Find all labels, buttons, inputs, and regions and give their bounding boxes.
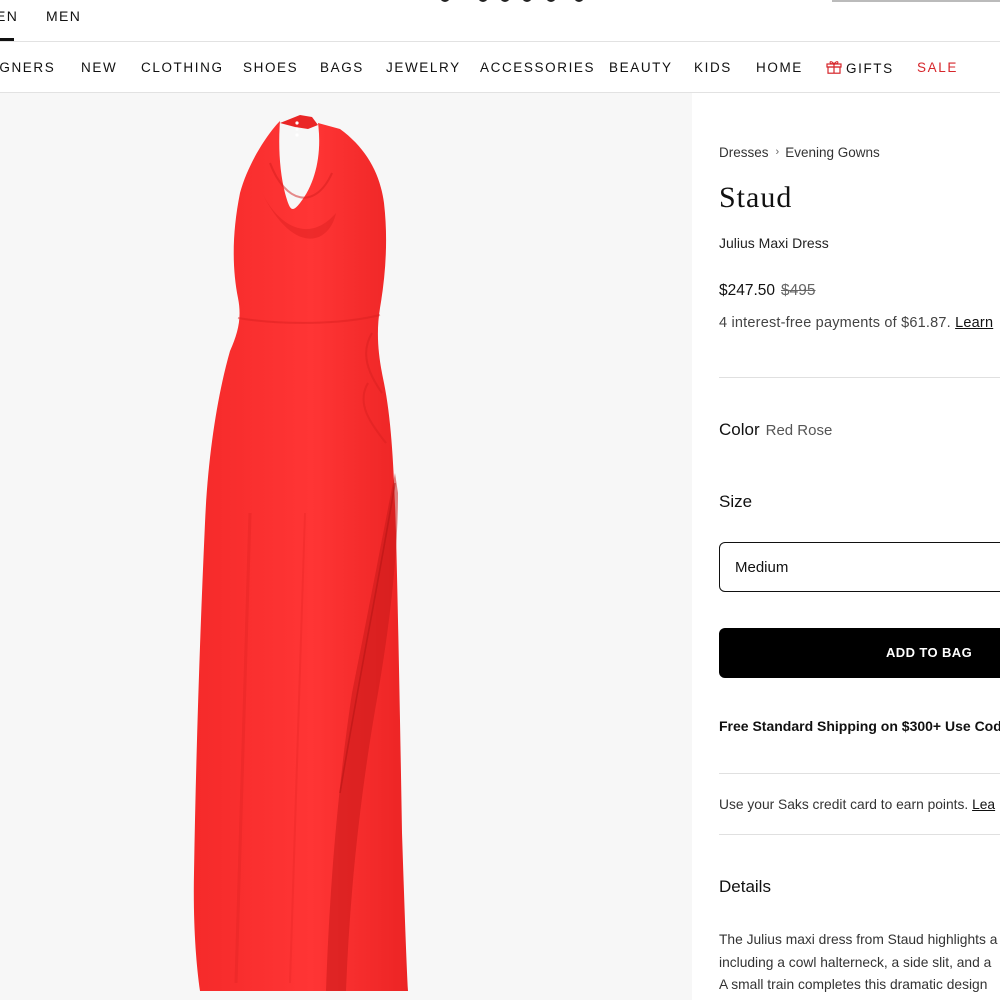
breadcrumb-dresses[interactable]: Dresses <box>719 145 769 160</box>
color-label: Color <box>719 420 760 439</box>
nav-tab-men[interactable]: MEN <box>46 8 81 24</box>
chevron-right-icon: › <box>775 146 780 158</box>
nav-item-new[interactable]: NEW <box>81 60 117 75</box>
credit-text: Use your Saks credit card to earn points… <box>719 797 969 812</box>
sale-price: $247.50 <box>719 282 776 299</box>
nav-item-bags[interactable]: BAGS <box>320 60 364 75</box>
nav-item-gifts[interactable]: GIFTS <box>826 60 894 76</box>
add-to-bag-button[interactable]: ADD TO BAG <box>719 628 1000 678</box>
color-row: Color Red Rose <box>719 420 832 440</box>
brand-name[interactable]: Staud <box>719 181 792 215</box>
divider <box>719 773 1000 774</box>
learn-more-link[interactable]: Learn <box>955 315 993 331</box>
size-label: Size <box>719 492 753 511</box>
product-image-panel[interactable] <box>0 93 692 1000</box>
nav-item-beauty[interactable]: BEAUTY <box>609 60 673 75</box>
active-tab-indicator <box>0 38 14 41</box>
size-selected-value: Medium <box>735 559 789 576</box>
price-row: $247.50 $495 <box>719 282 816 300</box>
nav-tab-women[interactable]: EN <box>0 8 18 24</box>
breadcrumb: Dresses › Evening Gowns <box>719 145 880 160</box>
credit-card-promo: Use your Saks credit card to earn points… <box>719 797 995 812</box>
credit-learn-link[interactable]: Lea <box>972 797 995 812</box>
size-select[interactable]: Medium <box>719 542 1000 592</box>
product-image <box>193 115 408 991</box>
nav-item-sale[interactable]: SALE <box>917 60 958 75</box>
nav-item-gifts-label: GIFTS <box>846 61 894 76</box>
nav-item-jewelry[interactable]: JEWELRY <box>386 60 461 75</box>
installments-text: 4 interest-free payments of $61.87. <box>719 315 951 331</box>
breadcrumb-evening-gowns[interactable]: Evening Gowns <box>785 145 880 160</box>
details-line: The Julius maxi dress from Staud highlig… <box>719 932 998 947</box>
category-nav: IGNERS NEW CLOTHING SHOES BAGS JEWELRY A… <box>0 42 1000 93</box>
installments-info: 4 interest-free payments of $61.87. Lear… <box>719 315 993 331</box>
nav-item-clothing[interactable]: CLOTHING <box>141 60 224 75</box>
nav-item-designers[interactable]: IGNERS <box>0 60 55 75</box>
details-line: A small train completes this dramatic de… <box>719 977 988 992</box>
color-value: Red Rose <box>765 422 833 439</box>
product-title: Julius Maxi Dress <box>719 235 829 251</box>
nav-item-shoes[interactable]: SHOES <box>243 60 298 75</box>
add-to-bag-label: ADD TO BAG <box>886 645 973 660</box>
original-price: $495 <box>781 282 816 299</box>
details-heading[interactable]: Details <box>719 877 771 897</box>
gift-icon <box>826 60 842 74</box>
search-input[interactable] <box>832 0 1000 2</box>
product-info: Dresses › Evening Gowns Staud Julius Maxi … <box>719 93 1000 1000</box>
nav-item-accessories[interactable]: ACCESSORIES <box>480 60 595 75</box>
nav-item-kids[interactable]: KIDS <box>694 60 732 75</box>
details-description: The Julius maxi dress from Staud highlig… <box>719 929 997 997</box>
details-line: including a cowl halterneck, a side slit… <box>719 954 992 970</box>
nav-item-home[interactable]: HOME <box>756 60 803 75</box>
divider <box>719 377 1000 378</box>
divider <box>719 834 1000 835</box>
site-logo[interactable] <box>440 0 600 4</box>
gender-nav: EN MEN <box>0 0 1000 42</box>
shipping-promo: Free Standard Shipping on $300+ Use Code <box>719 718 1000 734</box>
